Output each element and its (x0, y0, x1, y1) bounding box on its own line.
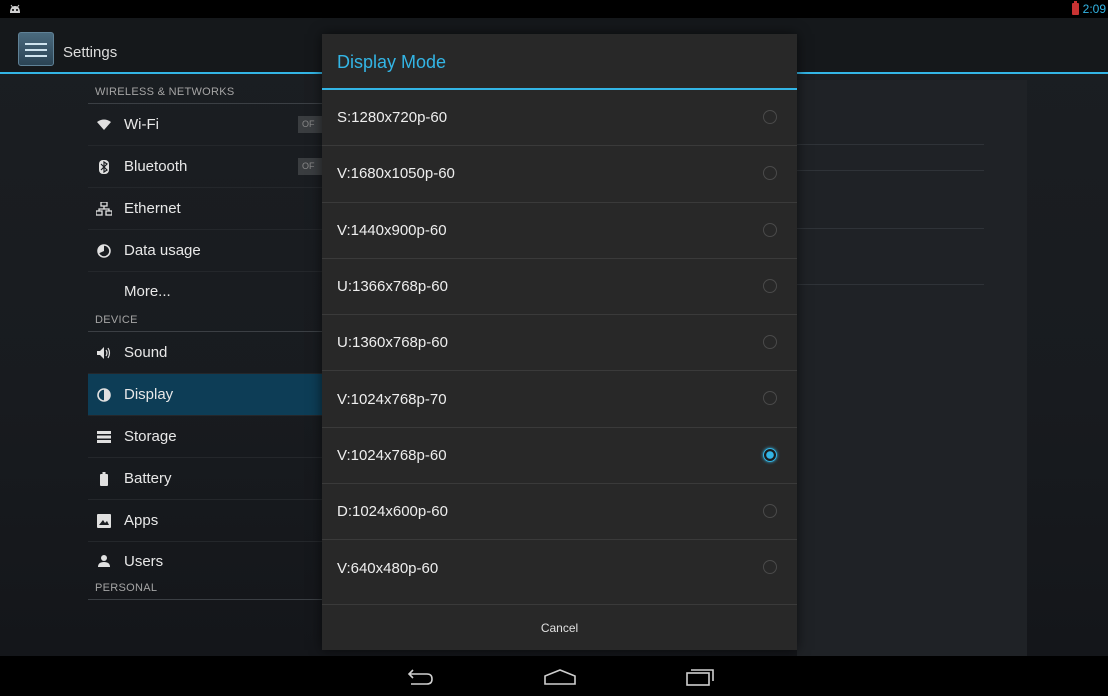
settings-item-label: Sound (124, 344, 168, 361)
sound-icon (96, 345, 112, 361)
ethernet-icon (96, 201, 112, 217)
display-mode-option[interactable]: V:1440x900p-60 (322, 203, 797, 259)
radio-button[interactable] (763, 166, 777, 181)
settings-item-label: Display (124, 386, 174, 403)
display-icon (96, 387, 112, 403)
radio-button[interactable] (763, 222, 777, 237)
wifi-toggle[interactable]: OF (298, 116, 322, 133)
settings-item-label: Bluetooth (124, 158, 188, 175)
settings-icon[interactable] (18, 32, 54, 66)
home-icon[interactable] (540, 664, 580, 690)
option-label: V:640x480p-60 (337, 560, 439, 578)
option-label: V:1024x768p-60 (337, 446, 447, 464)
users-icon (96, 553, 112, 569)
status-bar: 2:09 (0, 0, 1108, 18)
option-label: V:1680x1050p-60 (337, 165, 455, 183)
option-label: U:1366x768p-60 (337, 278, 448, 296)
navigation-bar (0, 656, 1108, 696)
settings-item-label: Storage (124, 428, 177, 445)
radio-button-selected[interactable] (763, 447, 777, 462)
cancel-button[interactable]: Cancel (322, 605, 797, 651)
settings-detail-pane (797, 80, 1027, 656)
detail-divider (797, 228, 984, 229)
settings-item-label: More... (124, 282, 171, 300)
settings-item-label: Users (124, 552, 164, 570)
option-label: V:1024x768p-70 (337, 390, 447, 408)
status-clock: 2:09 (1082, 2, 1106, 16)
android-notification-icon (10, 4, 20, 13)
wifi-icon (96, 117, 112, 133)
battery-icon (96, 471, 112, 487)
storage-icon (96, 429, 112, 445)
app-title: Settings (63, 44, 118, 61)
detail-divider (797, 144, 984, 145)
settings-item-label: Data usage (124, 242, 201, 259)
display-mode-option[interactable]: V:1680x1050p-60 (322, 146, 797, 203)
settings-item-label: Apps (124, 512, 159, 529)
display-mode-dialog: Display Mode S:1280x720p-60 V:1680x1050p… (322, 34, 797, 650)
radio-button[interactable] (763, 335, 777, 350)
radio-button[interactable] (763, 110, 777, 124)
radio-button[interactable] (763, 278, 777, 293)
display-mode-option[interactable]: V:1024x768p-70 (322, 371, 797, 428)
option-label: D:1024x600p-60 (337, 503, 448, 521)
recents-icon[interactable] (680, 664, 720, 690)
option-label: V:1440x900p-60 (337, 221, 447, 239)
display-mode-option[interactable]: S:1280x720p-60 (322, 90, 797, 147)
detail-divider (797, 170, 984, 171)
bluetooth-toggle[interactable]: OF (298, 158, 322, 175)
apps-icon (96, 513, 112, 529)
radio-button[interactable] (763, 560, 777, 575)
radio-button[interactable] (763, 504, 777, 519)
dialog-title: Display Mode (322, 34, 797, 90)
detail-divider (797, 284, 984, 285)
option-label: S:1280x720p-60 (337, 109, 448, 127)
dialog-footer: Cancel (322, 604, 797, 650)
settings-item-label: Ethernet (124, 200, 181, 217)
back-icon[interactable] (400, 664, 440, 690)
display-mode-option[interactable]: U:1366x768p-60 (322, 259, 797, 316)
display-mode-option[interactable]: V:640x480p-60 (322, 540, 797, 596)
display-mode-option[interactable]: D:1024x600p-60 (322, 484, 797, 541)
display-mode-option[interactable]: U:1360x768p-60 (322, 315, 797, 372)
display-mode-option[interactable]: V:1024x768p-60 (322, 428, 797, 485)
battery-status-icon (1072, 1, 1079, 15)
data-usage-icon (96, 243, 112, 259)
settings-item-label: Battery (124, 470, 172, 487)
bluetooth-icon (96, 159, 112, 175)
display-mode-options: S:1280x720p-60 V:1680x1050p-60 V:1440x90… (322, 90, 797, 597)
radio-button[interactable] (763, 391, 777, 406)
settings-item-label: Wi-Fi (124, 116, 159, 133)
option-label: U:1360x768p-60 (337, 334, 448, 352)
